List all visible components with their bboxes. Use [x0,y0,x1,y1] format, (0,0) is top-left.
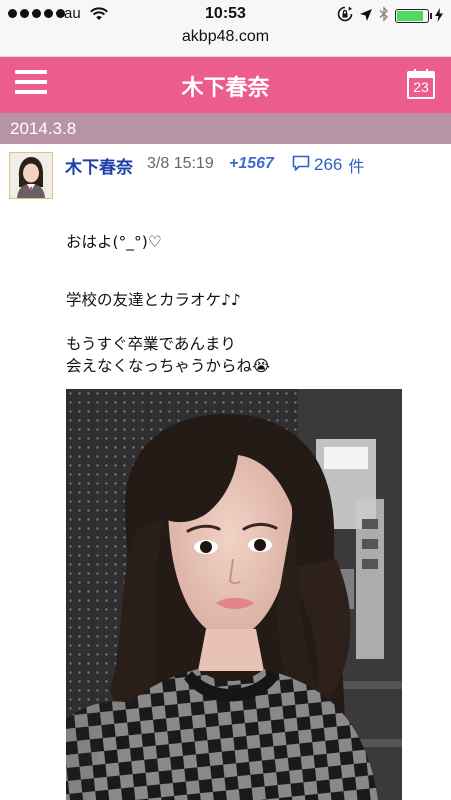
charging-bolt-icon [435,7,443,26]
rotation-lock-icon [337,6,353,26]
post-author-link[interactable]: 木下春奈 [65,153,133,178]
app-header: 木下春奈 23 [0,57,451,113]
post-photo[interactable] [66,389,402,800]
page-title: 木下春奈 [181,76,270,101]
post-line: おはよ(°_°)♡ [66,233,162,251]
comments-count: 266 [314,155,343,174]
comments-link[interactable]: 266 件 [292,153,364,177]
post-line: 学校の友達とカラオケ♪♪ [66,291,241,309]
url-bar[interactable]: akbp48.com [0,28,451,46]
status-row: au 10:53 [0,2,451,28]
battery-icon [395,9,432,23]
status-right-icons [337,6,443,26]
speech-bubble-icon [292,155,310,176]
hamburger-menu-icon[interactable] [15,70,47,100]
post-date: 2014.3.8 [10,119,77,138]
browser-status-bar: au 10:53 akbp48.com [0,0,451,57]
comments-unit: 件 [348,157,365,176]
location-arrow-icon [359,7,373,26]
bluetooth-icon [379,6,389,26]
post-line: もうすぐ卒業であんまり [66,335,236,353]
post-line: 会えなくなっちゃうからね😭 [66,357,271,375]
calendar-icon[interactable]: 23 [407,69,435,99]
calendar-day: 23 [413,79,429,95]
post-timestamp: 3/8 15:19 [147,155,214,172]
post-vote-count: +1567 [229,155,274,172]
author-avatar[interactable] [9,152,53,199]
date-bar: 2014.3.8 [0,113,451,144]
